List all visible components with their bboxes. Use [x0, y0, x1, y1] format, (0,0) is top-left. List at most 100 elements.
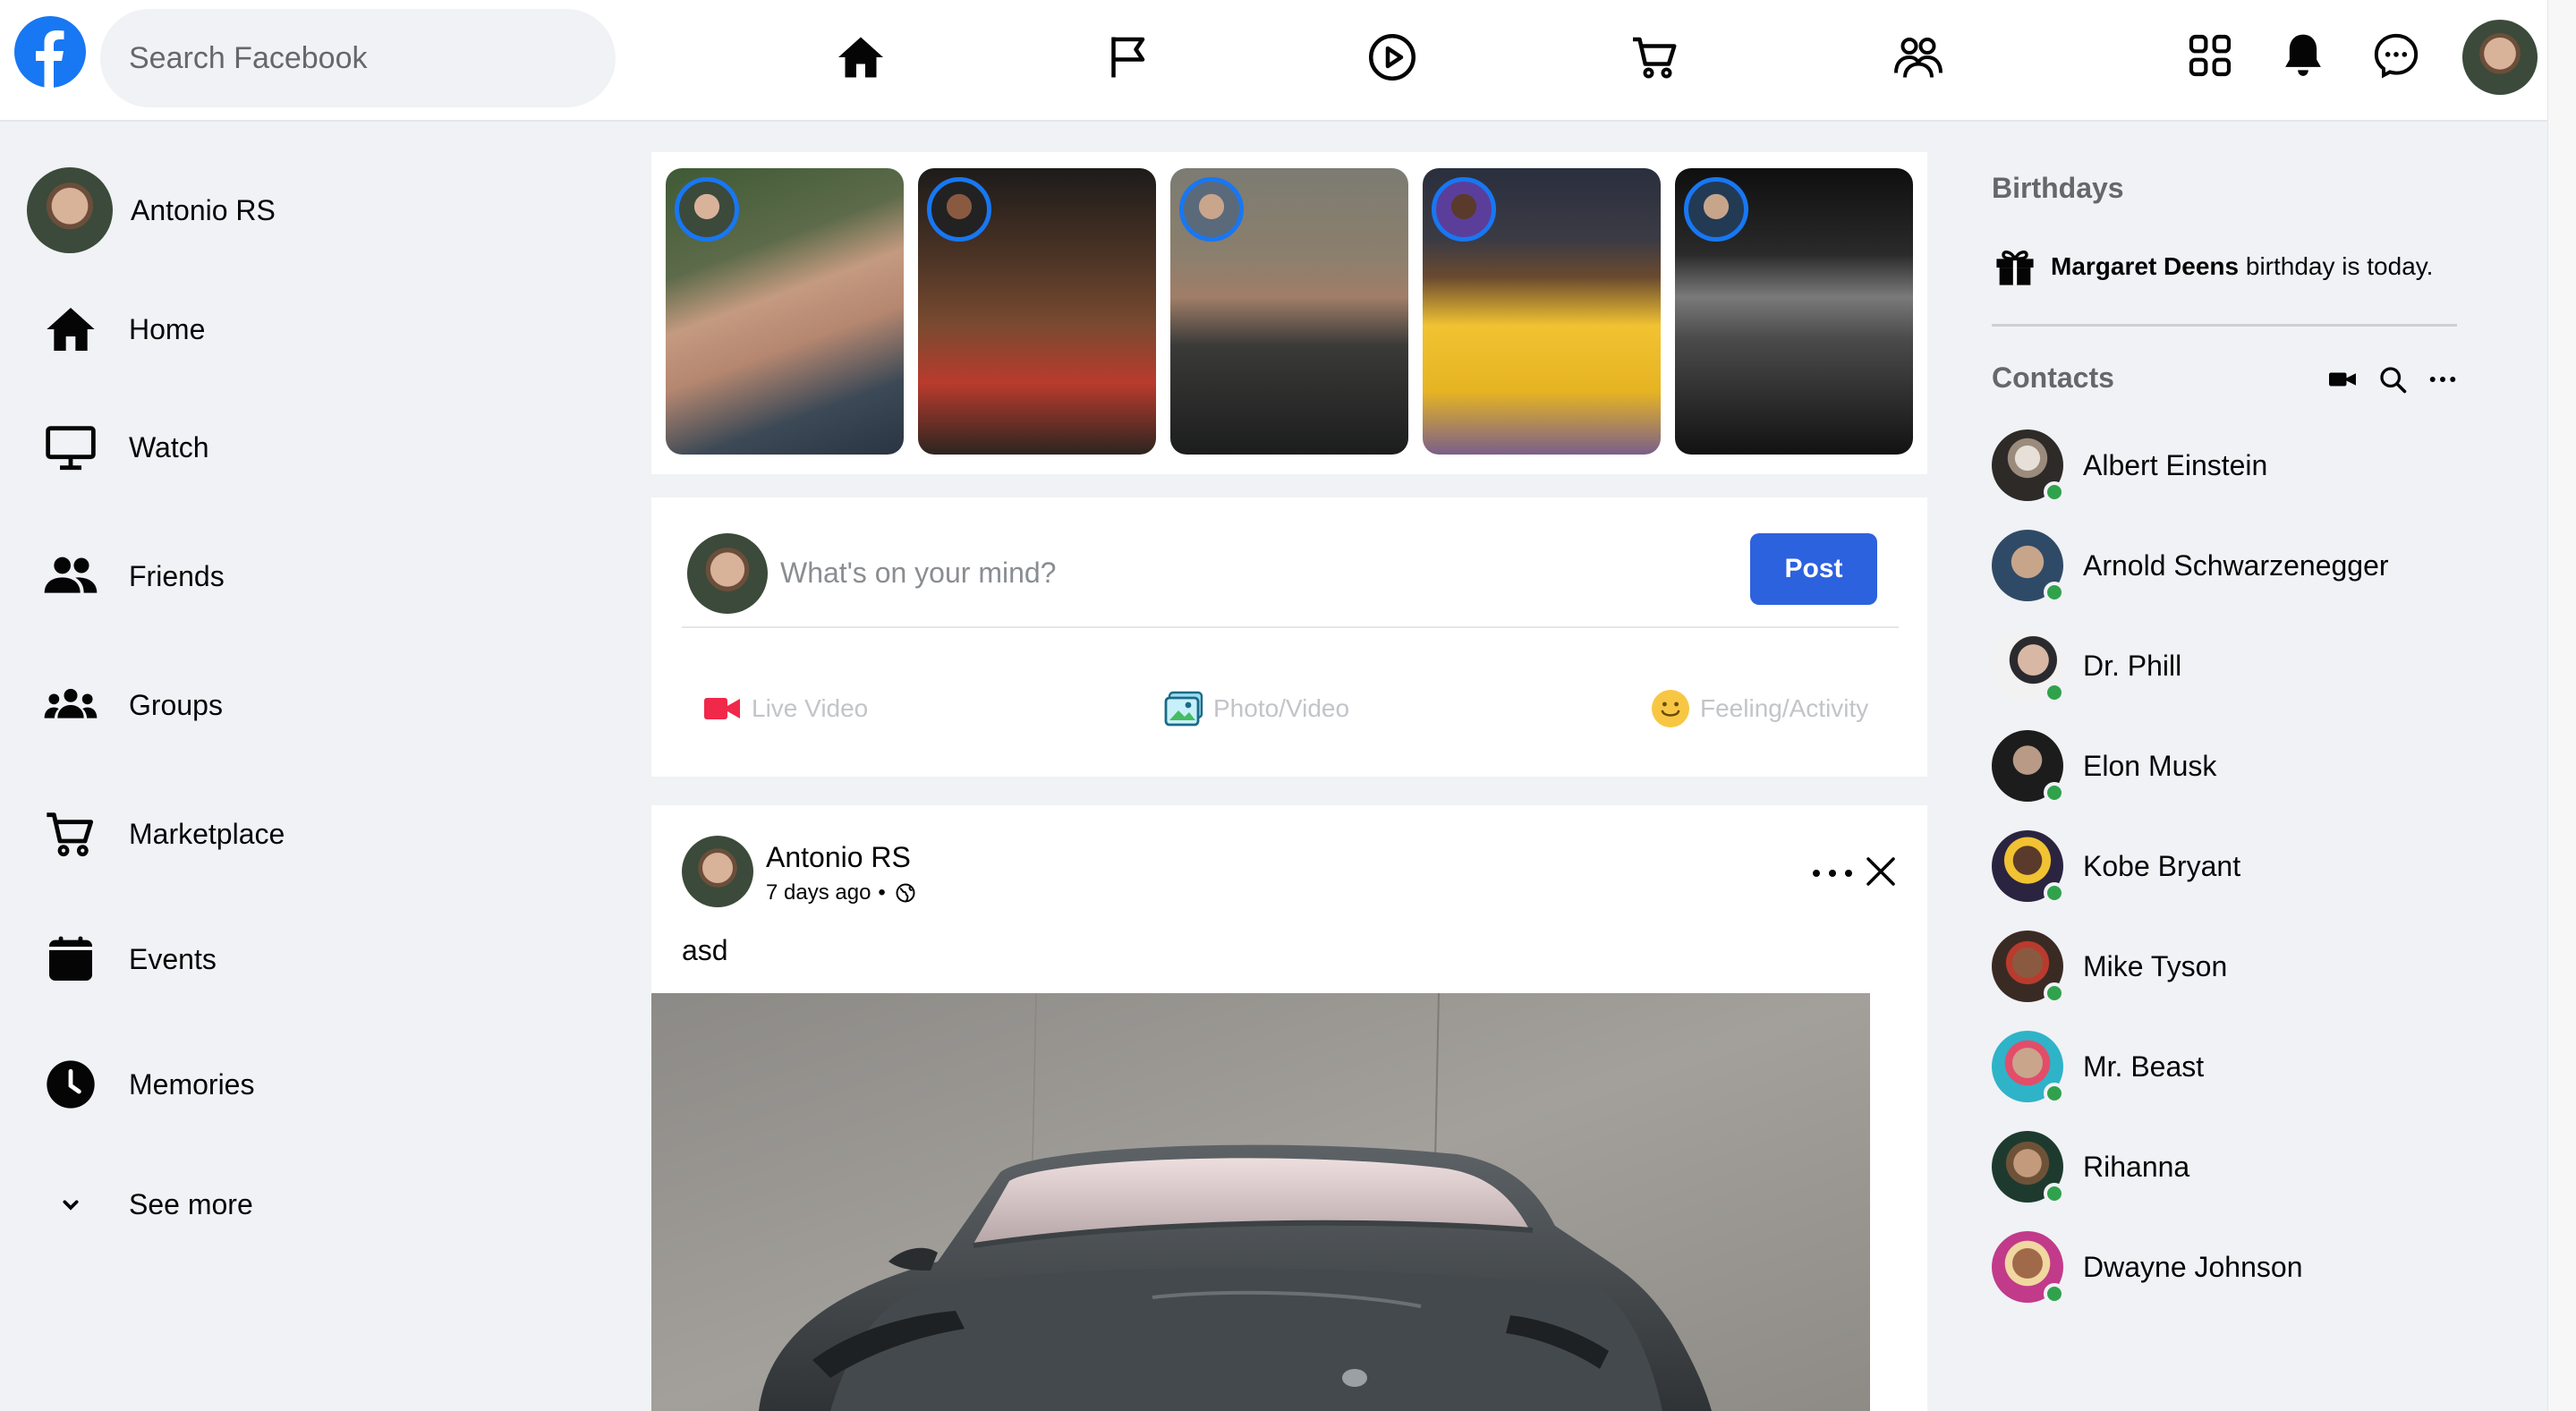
contacts-toolbar — [2326, 363, 2459, 395]
story-card[interactable] — [1675, 168, 1913, 455]
home-icon[interactable] — [830, 27, 891, 88]
sidebar-see-more[interactable]: See more — [39, 1169, 253, 1240]
story-card[interactable] — [666, 168, 904, 455]
right-sidebar-divider — [1992, 324, 2457, 327]
menu-grid-icon[interactable] — [2181, 27, 2239, 84]
left-sidebar: Antonio RS Home Watch Friends Groups Mar… — [0, 123, 626, 1411]
globe-icon — [896, 883, 915, 903]
avatar[interactable] — [682, 836, 753, 907]
online-indicator — [2044, 882, 2065, 904]
contact-item[interactable]: Elon Musk — [1992, 728, 2216, 803]
more-options-icon[interactable] — [2427, 363, 2459, 395]
birthdays-title: Birthdays — [1992, 172, 2124, 204]
bell-icon[interactable] — [2274, 27, 2332, 84]
play-icon[interactable] — [1362, 27, 1423, 88]
live-video-button[interactable]: Live Video — [700, 682, 868, 735]
story-avatar — [1432, 177, 1496, 242]
contact-name: Albert Einstein — [2083, 448, 2268, 481]
contact-name: Kobe Bryant — [2083, 849, 2241, 882]
contact-item[interactable]: Albert Einstein — [1992, 428, 2267, 503]
online-indicator — [2044, 982, 2065, 1004]
story-avatar — [1179, 177, 1244, 242]
online-indicator — [2044, 481, 2065, 503]
sidebar-item-memories[interactable]: Memories — [39, 1049, 254, 1120]
composer-divider — [682, 626, 1899, 628]
online-indicator — [2044, 1083, 2065, 1104]
sidebar-item-label: Friends — [129, 559, 225, 592]
sidebar-item-home[interactable]: Home — [39, 293, 205, 365]
messenger-icon[interactable] — [2368, 27, 2425, 84]
clock-icon — [39, 1053, 102, 1116]
sidebar-item-watch[interactable]: Watch — [39, 412, 209, 483]
sidebar-item-label: See more — [129, 1187, 253, 1220]
sidebar-item-label: Memories — [129, 1067, 255, 1101]
post-meta-separator: • — [878, 880, 886, 905]
sidebar-item-label: Marketplace — [129, 817, 285, 850]
groups-icon — [39, 674, 102, 736]
birthday-notice[interactable]: Margaret Deens birthday is today. — [1992, 243, 2433, 290]
online-indicator — [2044, 782, 2065, 803]
live-video-label: Live Video — [752, 694, 869, 722]
smiley-icon — [1648, 686, 1693, 731]
contact-name: Dwayne Johnson — [2083, 1250, 2303, 1283]
story-card[interactable] — [1170, 168, 1408, 455]
post-time[interactable]: 7 days ago — [766, 880, 871, 905]
home-icon — [39, 298, 102, 361]
contact-item[interactable]: Arnold Schwarzenegger — [1992, 528, 2389, 603]
sidebar-item-events[interactable]: Events — [39, 923, 217, 995]
calendar-icon — [39, 928, 102, 990]
contact-item[interactable]: Mike Tyson — [1992, 929, 2227, 1004]
post-composer: Post Live Video Photo/Video Feeling/Acti… — [651, 497, 1927, 777]
sidebar-item-label: Home — [129, 312, 206, 345]
composer-input[interactable] — [780, 540, 1496, 605]
story-card[interactable] — [918, 168, 1156, 455]
contact-item[interactable]: Dwayne Johnson — [1992, 1229, 2302, 1305]
flag-icon[interactable] — [1099, 27, 1160, 88]
post-button[interactable]: Post — [1750, 533, 1877, 605]
contact-item[interactable]: Dr. Phill — [1992, 628, 2181, 703]
contact-name: Elon Musk — [2083, 749, 2217, 782]
post-text: asd — [682, 934, 728, 966]
photo-video-button[interactable]: Photo/Video — [1161, 682, 1349, 735]
sidebar-item-marketplace[interactable]: Marketplace — [39, 798, 285, 870]
contacts-title: Contacts — [1992, 361, 2114, 394]
profile-avatar[interactable] — [2462, 20, 2538, 95]
stories-strip — [651, 152, 1927, 474]
facebook-logo-icon[interactable] — [14, 16, 86, 88]
post-author[interactable]: Antonio RS — [766, 841, 911, 874]
contact-item[interactable]: Rihanna — [1992, 1129, 2189, 1204]
top-navigation-bar — [0, 0, 2547, 122]
cart-icon[interactable] — [1625, 27, 1686, 88]
feed-post: Antonio RS 7 days ago • asd — [651, 805, 1927, 1411]
contact-item[interactable]: Mr. Beast — [1992, 1029, 2204, 1104]
more-options-icon[interactable] — [1806, 855, 1859, 891]
sidebar-item-label: Watch — [129, 430, 209, 463]
contact-name: Rihanna — [2083, 1150, 2190, 1183]
feeling-activity-button[interactable]: Feeling/Activity — [1648, 682, 1868, 735]
video-call-icon[interactable] — [2326, 363, 2359, 395]
sidebar-item-label: Groups — [129, 688, 223, 721]
birthday-text: Margaret Deens birthday is today. — [2051, 252, 2433, 281]
search-icon[interactable] — [2376, 363, 2409, 395]
online-indicator — [2044, 1283, 2065, 1305]
contact-item[interactable]: Kobe Bryant — [1992, 829, 2240, 904]
car-photo — [651, 993, 1870, 1411]
story-avatar — [1684, 177, 1748, 242]
feeling-activity-label: Feeling/Activity — [1700, 694, 1869, 722]
close-icon[interactable] — [1861, 852, 1900, 891]
sidebar-item-friends[interactable]: Friends — [39, 540, 225, 612]
story-card[interactable] — [1423, 168, 1661, 455]
groups-icon[interactable] — [1888, 27, 1949, 88]
contact-name: Arnold Schwarzenegger — [2083, 548, 2389, 582]
story-avatar — [675, 177, 739, 242]
contact-name: Mr. Beast — [2083, 1050, 2205, 1083]
post-meta: 7 days ago • — [766, 880, 916, 905]
search-input[interactable] — [100, 9, 616, 107]
vertical-scrollbar[interactable] — [2547, 0, 2576, 1411]
post-image[interactable] — [651, 993, 1870, 1411]
live-video-icon — [700, 686, 744, 731]
sidebar-item-groups[interactable]: Groups — [39, 669, 223, 741]
birthday-suffix: birthday is today. — [2239, 252, 2434, 280]
sidebar-profile[interactable]: Antonio RS — [27, 166, 276, 254]
chevron-down-icon — [39, 1173, 102, 1236]
